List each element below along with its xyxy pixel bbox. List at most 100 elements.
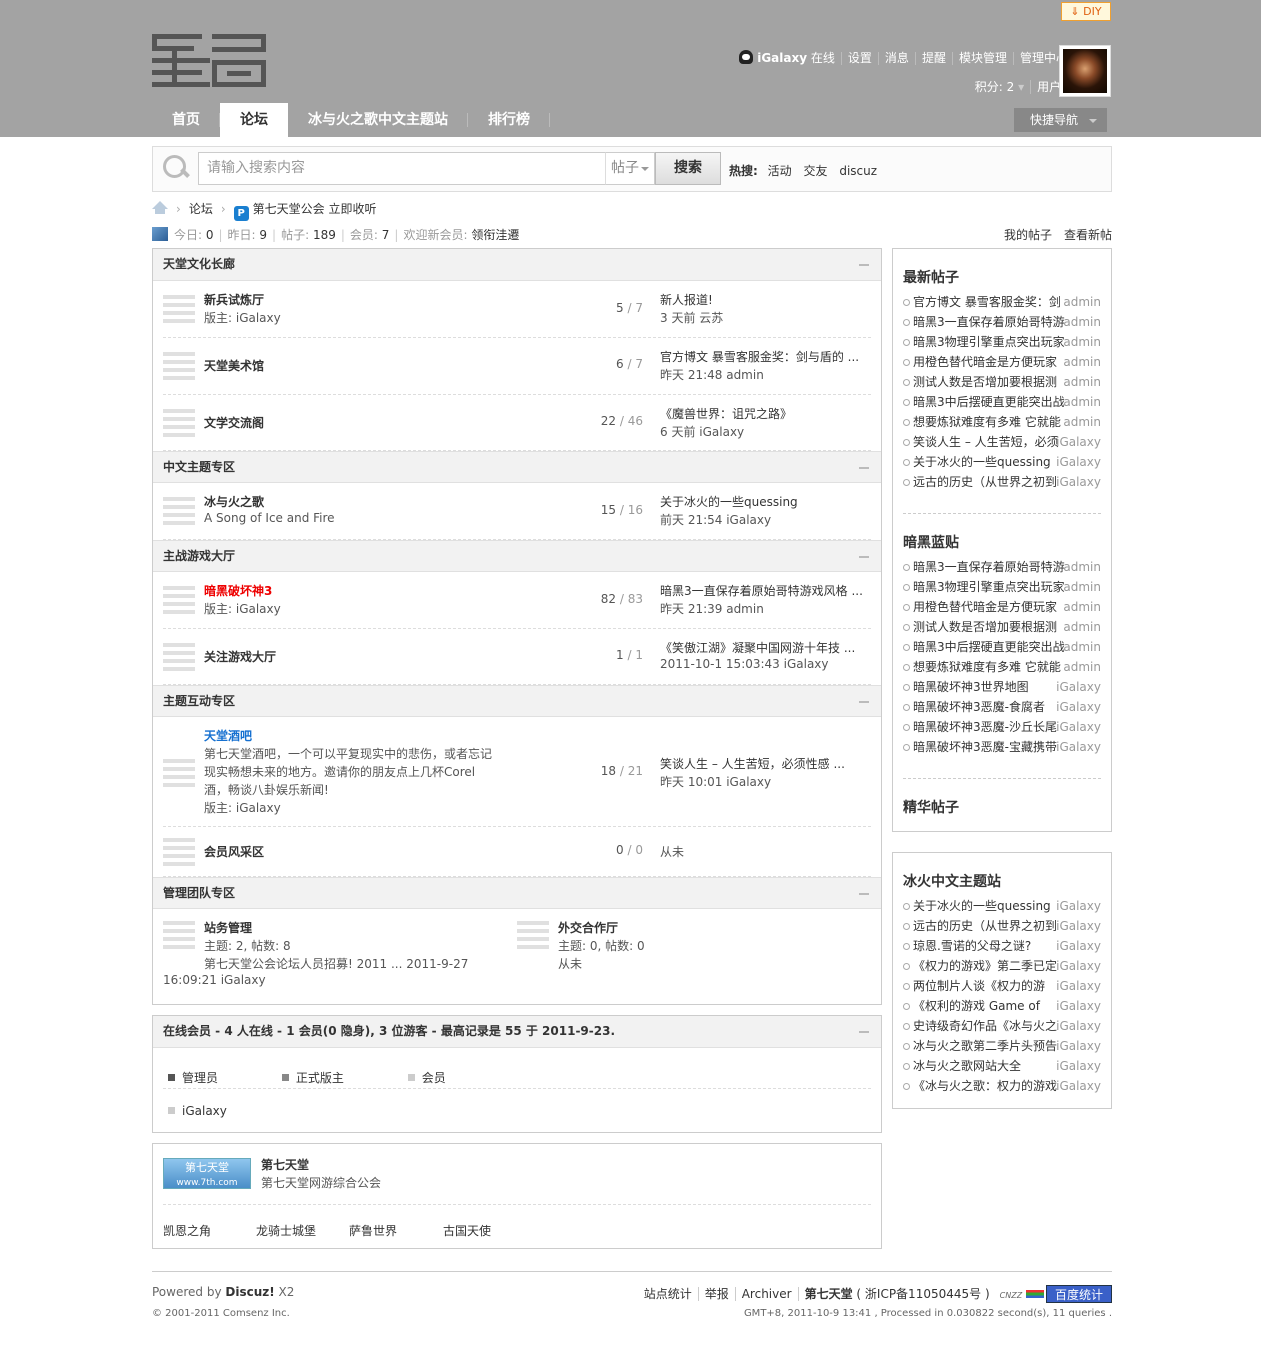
forum-name[interactable]: 关注游戏大厅: [204, 648, 276, 665]
sidebar-post-author[interactable]: admin: [1063, 412, 1101, 432]
forum-moderator[interactable]: 版主: iGalaxy: [204, 600, 281, 617]
sidebar-post-item[interactable]: 《权利的游戏 Game of iGalaxy: [903, 996, 1101, 1016]
sidebar-post-item[interactable]: 两位制片人谈《权力的游 iGalaxy: [903, 976, 1101, 996]
sidebar-post-title[interactable]: 《权利的游戏 Game of: [913, 996, 1065, 1016]
forum-row[interactable]: 会员风采区 0 / 0 从未: [163, 827, 871, 877]
forum-name[interactable]: 会员风采区: [204, 843, 264, 860]
user-link[interactable]: iGalaxy 在线: [733, 50, 841, 65]
sidebar-post-author[interactable]: iGalaxy: [1056, 1016, 1101, 1036]
nav-home[interactable]: 首页: [152, 103, 220, 137]
sidebar-post-author[interactable]: admin: [1063, 332, 1101, 352]
sidebar-post-title[interactable]: 史诗级奇幻作品《冰与火之: [913, 1016, 1065, 1036]
sidebar-post-author[interactable]: iGalaxy: [1056, 936, 1101, 956]
hot-item[interactable]: 活动: [768, 164, 792, 178]
sidebar-post-title[interactable]: 暗黑3一直保存着原始哥特游: [913, 312, 1065, 332]
sidebar-post-item[interactable]: 用橙色替代暗金是方便玩家 admin: [903, 352, 1101, 372]
category-header[interactable]: 中文主题专区: [153, 451, 881, 483]
hot-item[interactable]: discuz: [839, 164, 877, 178]
forum-row[interactable]: 冰与火之歌 A Song of Ice and Fire 15 / 16 关于冰…: [163, 483, 871, 540]
messages-link[interactable]: 消息: [877, 52, 915, 65]
sidebar-post-title[interactable]: 测试人数是否增加要根据测: [913, 617, 1065, 637]
guild-banner[interactable]: 第七天堂 www.7th.com: [163, 1158, 251, 1189]
sidebar-post-title[interactable]: 冰与火之歌网站大全: [913, 1056, 1065, 1076]
archiver-link[interactable]: Archiver: [734, 1287, 798, 1301]
sidebar-post-item[interactable]: 想要炼狱难度有多难 它就能 admin: [903, 412, 1101, 432]
sidebar-post-author[interactable]: admin: [1063, 312, 1101, 332]
sidebar-post-author[interactable]: admin: [1063, 372, 1101, 392]
search-input[interactable]: 请输入搜索内容: [198, 152, 606, 185]
username[interactable]: iGalaxy: [757, 51, 807, 65]
my-posts-link[interactable]: 我的帖子: [1004, 228, 1052, 242]
sidebar-post-author[interactable]: iGalaxy: [1056, 916, 1101, 936]
sidebar-post-item[interactable]: 琼恩.雪诺的父母之谜? iGalaxy: [903, 936, 1101, 956]
sidebar-post-item[interactable]: 关于冰火的一些quessing iGalaxy: [903, 452, 1101, 472]
sidebar-post-item[interactable]: 冰与火之歌第二季片头预告 iGalaxy: [903, 1036, 1101, 1056]
sidebar-post-title[interactable]: 暗黑3物理引擎重点突出玩家: [913, 332, 1065, 352]
sidebar-post-title[interactable]: 暗黑3物理引擎重点突出玩家: [913, 577, 1065, 597]
online-header[interactable]: 在线会员 - 4 人在线 - 1 会员(0 隐身), 3 位游客 - 最高记录是…: [153, 1016, 881, 1048]
friend-link[interactable]: 凯恩之角: [163, 1222, 211, 1239]
sidebar-post-item[interactable]: 暗黑破坏神3恶魔-宝藏携带 iGalaxy: [903, 737, 1101, 757]
sidebar-post-author[interactable]: admin: [1063, 617, 1101, 637]
forum-name[interactable]: 天堂美术馆: [204, 357, 264, 374]
baidu-stats-badge[interactable]: 百度统计: [1046, 1285, 1112, 1303]
breadcrumb-follow[interactable]: 第七天堂公会 立即收听: [253, 202, 377, 216]
search-button[interactable]: 搜索: [655, 152, 721, 185]
forum-name[interactable]: 文学交流阁: [204, 414, 264, 431]
sidebar-post-item[interactable]: 远古的历史（从世界之初到 iGalaxy: [903, 472, 1101, 492]
sidebar-post-author[interactable]: iGalaxy: [1056, 1076, 1101, 1096]
forum-row[interactable]: 暗黑破坏神3 版主: iGalaxy 82 / 83 暗黑3一直保存着原始哥特游…: [163, 572, 871, 629]
sidebar-post-item[interactable]: 暗黑3一直保存着原始哥特游 admin: [903, 557, 1101, 577]
module-admin-link[interactable]: 模块管理: [951, 52, 1013, 65]
sidebar-post-title[interactable]: 琼恩.雪诺的父母之谜?: [913, 936, 1065, 956]
sidebar-post-title[interactable]: 想要炼狱难度有多难 它就能: [913, 412, 1065, 432]
category-header[interactable]: 管理团队专区: [153, 877, 881, 909]
sidebar-post-title[interactable]: 《权力的游戏》第二季已定: [913, 956, 1065, 976]
sidebar-post-title[interactable]: 暗黑3一直保存着原始哥特游: [913, 557, 1065, 577]
sidebar-post-author[interactable]: iGalaxy: [1056, 697, 1101, 717]
sidebar-post-author[interactable]: admin: [1063, 292, 1101, 312]
sidebar-post-title[interactable]: 笑谈人生 – 人生苦短，必须: [913, 432, 1065, 452]
last-post-title[interactable]: 关于冰火的一些quessing: [660, 493, 870, 510]
sidebar-post-title[interactable]: 暗黑破坏神3恶魔-沙丘长尾: [913, 717, 1065, 737]
guild-name[interactable]: 第七天堂: [261, 1156, 309, 1173]
sidebar-post-item[interactable]: 暗黑3物理引擎重点突出玩家 admin: [903, 332, 1101, 352]
sidebar-post-author[interactable]: admin: [1063, 352, 1101, 372]
forum-row[interactable]: 新兵试炼厅 版主: iGalaxy 5 / 7 新人报道! 3 天前 云苏: [163, 281, 871, 338]
sidebar-post-author[interactable]: admin: [1063, 392, 1101, 412]
sidebar-post-title[interactable]: 远古的历史（从世界之初到: [913, 472, 1065, 492]
sidebar-post-title[interactable]: 暗黑3中后摆硬直更能突出战: [913, 392, 1065, 412]
forum-name[interactable]: 外交合作厅: [558, 919, 618, 936]
sidebar-post-item[interactable]: 用橙色替代暗金是方便玩家 admin: [903, 597, 1101, 617]
quick-nav-button[interactable]: 快捷导航: [1014, 108, 1107, 132]
cnzz-icon[interactable]: CNZZ: [1000, 1291, 1023, 1300]
sidebar-post-author[interactable]: iGalaxy: [1056, 956, 1101, 976]
sidebar-post-item[interactable]: 关于冰火的一些quessing iGalaxy: [903, 896, 1101, 916]
forum-row[interactable]: 天堂美术馆 6 / 7 官方博文 暴雪客服金奖：剑与盾的 ... 昨天 21:4…: [163, 338, 871, 395]
last-post-title[interactable]: 笑谈人生 – 人生苦短，必须性感 ...: [660, 755, 870, 772]
category-header[interactable]: 主战游戏大厅: [153, 540, 881, 572]
sidebar-post-item[interactable]: 官方博文 暴雪客服金奖：剑 admin: [903, 292, 1101, 312]
last-post-title[interactable]: 第七天堂公会论坛人员招募! 2011 ... 2011-9-27: [204, 955, 468, 972]
sidebar-post-author[interactable]: iGalaxy: [1056, 472, 1101, 492]
sidebar-post-item[interactable]: 想要炼狱难度有多难 它就能 admin: [903, 657, 1101, 677]
sidebar-post-title[interactable]: 《冰与火之歌：权力的游戏: [913, 1076, 1065, 1096]
sidebar-post-item[interactable]: 暗黑3物理引擎重点突出玩家 admin: [903, 577, 1101, 597]
sidebar-post-title[interactable]: 用橙色替代暗金是方便玩家: [913, 352, 1065, 372]
sidebar-post-item[interactable]: 《冰与火之歌：权力的游戏 iGalaxy: [903, 1076, 1101, 1096]
stats-link[interactable]: 站点统计: [638, 1287, 698, 1301]
sidebar-post-item[interactable]: 测试人数是否增加要根据测 admin: [903, 617, 1101, 637]
forum-name[interactable]: 新兵试炼厅: [204, 291, 264, 308]
sidebar-post-title[interactable]: 测试人数是否增加要根据测: [913, 372, 1065, 392]
report-link[interactable]: 举报: [697, 1287, 735, 1301]
sidebar-post-item[interactable]: 笑谈人生 – 人生苦短，必须 iGalaxy: [903, 432, 1101, 452]
forum-name[interactable]: 暗黑破坏神3: [204, 582, 272, 599]
new-posts-link[interactable]: 查看新帖: [1064, 228, 1112, 242]
sidebar-post-title[interactable]: 关于冰火的一些quessing: [913, 452, 1065, 472]
site-name[interactable]: 第七天堂 ( 浙ICP备11050445号 ): [797, 1287, 996, 1301]
sidebar-post-title[interactable]: 暗黑3中后摆硬直更能突出战: [913, 637, 1065, 657]
sidebar-post-item[interactable]: 暗黑3一直保存着原始哥特游 admin: [903, 312, 1101, 332]
sidebar-post-author[interactable]: admin: [1063, 597, 1101, 617]
sidebar-post-title[interactable]: 用橙色替代暗金是方便玩家: [913, 597, 1065, 617]
forum-name[interactable]: 站务管理: [204, 919, 252, 936]
